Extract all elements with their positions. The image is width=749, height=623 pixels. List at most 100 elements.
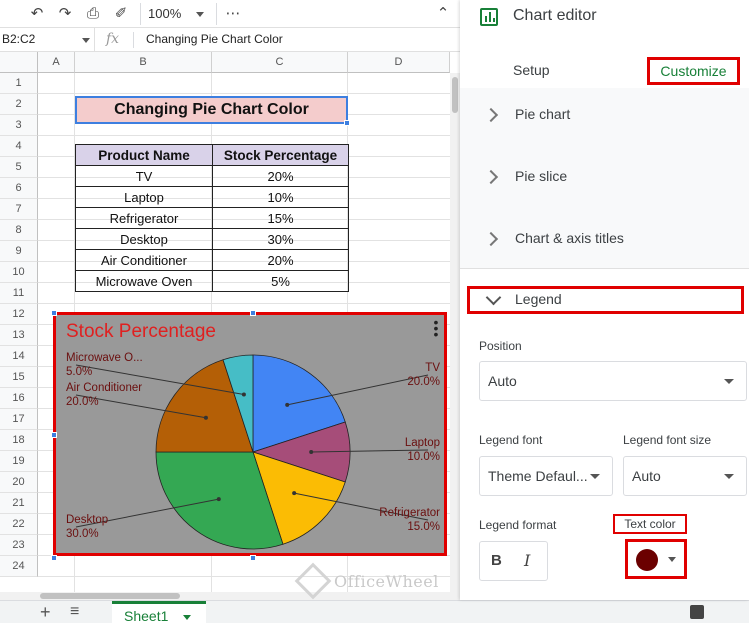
row-header[interactable]: 22: [0, 514, 38, 535]
row-header[interactable]: 23: [0, 535, 38, 556]
column-header[interactable]: A: [38, 52, 75, 73]
title-cell[interactable]: Changing Pie Chart Color: [75, 96, 348, 124]
label-anchor-dot: [292, 491, 297, 496]
add-sheet-icon[interactable]: +: [40, 603, 51, 621]
row-header[interactable]: 4: [0, 136, 38, 157]
row-header[interactable]: 17: [0, 409, 38, 430]
row-header[interactable]: 16: [0, 388, 38, 409]
stock-percentage-cell[interactable]: 10%: [212, 186, 349, 208]
chevron-down-icon: [82, 38, 90, 43]
product-name-cell[interactable]: Microwave Oven: [75, 270, 213, 292]
redo-icon[interactable]: ↷: [54, 3, 76, 25]
column-header[interactable]: B: [75, 52, 212, 73]
undo-icon[interactable]: ↶: [26, 3, 48, 25]
resize-handle[interactable]: [250, 555, 256, 561]
product-name-cell[interactable]: Desktop: [75, 228, 213, 250]
row-header[interactable]: 1: [0, 73, 38, 94]
header-product-name[interactable]: Product Name: [75, 144, 213, 166]
slice-label[interactable]: Refrigerator 15.0%: [379, 506, 440, 534]
row-header[interactable]: 21: [0, 493, 38, 514]
tab-setup[interactable]: Setup: [513, 62, 550, 78]
scroll-thumb[interactable]: [40, 593, 180, 599]
collapse-toolbar-icon[interactable]: ⌃: [432, 3, 454, 25]
position-select[interactable]: Auto: [479, 361, 747, 401]
section-pie-chart[interactable]: Pie chart: [460, 88, 749, 150]
header-stock-percentage[interactable]: Stock Percentage: [212, 144, 349, 166]
legend-font-select[interactable]: Theme Defaul...: [479, 456, 613, 496]
tab-customize[interactable]: Customize: [647, 57, 740, 85]
chevron-down-icon: [196, 12, 204, 17]
row-header[interactable]: 11: [0, 283, 38, 304]
stock-percentage-cell[interactable]: 5%: [212, 270, 349, 292]
row-header[interactable]: 8: [0, 220, 38, 241]
slice-label[interactable]: TV 20.0%: [407, 361, 440, 389]
column-header[interactable]: D: [348, 52, 450, 73]
formula-input[interactable]: Changing Pie Chart Color: [146, 28, 283, 51]
slice-label[interactable]: Air Conditioner 20.0%: [66, 381, 142, 409]
row-header[interactable]: 24: [0, 556, 38, 577]
text-color-button[interactable]: [625, 539, 687, 579]
row-header[interactable]: 13: [0, 325, 38, 346]
sheet-tab-sheet1[interactable]: Sheet1: [112, 601, 206, 623]
table-row: Laptop 10%: [75, 186, 349, 208]
all-sheets-icon[interactable]: ≡: [70, 603, 79, 621]
paint-format-icon[interactable]: ✐: [110, 3, 132, 25]
sheet-tabs-bar: + ≡ Sheet1: [0, 600, 749, 623]
row-header[interactable]: 14: [0, 346, 38, 367]
more-options-icon[interactable]: ⋯: [222, 3, 244, 25]
scroll-thumb[interactable]: [452, 77, 458, 113]
row-header[interactable]: 9: [0, 241, 38, 262]
zoom-select[interactable]: 100%: [148, 3, 208, 25]
product-name-cell[interactable]: Laptop: [75, 186, 213, 208]
sheet-grid[interactable]: ABCD 1 2 3 4 5 6 7 8 9 10 11 12 13 14 15 16 17 18 19 20 21 22…: [0, 52, 460, 600]
label-anchor-dot: [216, 497, 221, 502]
row-header[interactable]: 2: [0, 94, 38, 115]
resize-handle[interactable]: [51, 310, 57, 316]
bold-button[interactable]: B: [491, 552, 502, 569]
resize-handle[interactable]: [250, 310, 256, 316]
column-header[interactable]: C: [212, 52, 348, 73]
name-box-value: B2:C2: [2, 32, 36, 46]
legend-section: Legend Position Auto Legend font Theme D…: [460, 268, 749, 600]
explore-icon[interactable]: [690, 605, 704, 619]
row-header[interactable]: 15: [0, 367, 38, 388]
row-header[interactable]: 5: [0, 157, 38, 178]
row-header[interactable]: 3: [0, 115, 38, 136]
watermark: OfficeWheel: [294, 562, 460, 600]
italic-button[interactable]: I: [524, 551, 530, 570]
grid-line: [38, 303, 450, 304]
select-all-corner[interactable]: [0, 52, 38, 73]
row-header[interactable]: 10: [0, 262, 38, 283]
row-header[interactable]: 18: [0, 430, 38, 451]
resize-handle[interactable]: [51, 432, 57, 438]
row-header[interactable]: 12: [0, 304, 38, 325]
row-header[interactable]: 20: [0, 472, 38, 493]
stock-percentage-cell[interactable]: 20%: [212, 249, 349, 271]
table-row: Refrigerator 15%: [75, 207, 349, 229]
section-chart-axis-titles[interactable]: Chart & axis titles: [460, 212, 749, 274]
slice-label[interactable]: Microwave O... 5.0%: [66, 351, 143, 379]
product-name-cell[interactable]: Refrigerator: [75, 207, 213, 229]
name-box[interactable]: B2:C2: [0, 28, 95, 52]
slice-label[interactable]: Laptop 10.0%: [405, 436, 440, 464]
selection-handle[interactable]: [344, 120, 350, 126]
stock-percentage-cell[interactable]: 15%: [212, 207, 349, 229]
vertical-scrollbar[interactable]: [450, 73, 460, 600]
stock-percentage-cell[interactable]: 20%: [212, 165, 349, 187]
stock-percentage-cell[interactable]: 30%: [212, 228, 349, 250]
product-name-cell[interactable]: Air Conditioner: [75, 249, 213, 271]
resize-handle[interactable]: [51, 555, 57, 561]
row-header[interactable]: 19: [0, 451, 38, 472]
legend-font-size-select[interactable]: Auto: [623, 456, 747, 496]
product-name-cell[interactable]: TV: [75, 165, 213, 187]
text-color-label: Text color: [613, 514, 687, 534]
pie-chart[interactable]: Stock Percentage • • • TV 20.0% Laptop 10.0% R…: [53, 312, 447, 556]
print-icon[interactable]: ⎙: [82, 3, 104, 25]
table-row: Desktop 30%: [75, 228, 349, 250]
row-header[interactable]: 6: [0, 178, 38, 199]
section-pie-slice[interactable]: Pie slice: [460, 150, 749, 212]
slice-label[interactable]: Desktop 30.0%: [66, 513, 108, 541]
row-header[interactable]: 7: [0, 199, 38, 220]
legend-section-header[interactable]: Legend: [467, 286, 744, 314]
slice-label-percent: 10.0%: [407, 451, 440, 463]
